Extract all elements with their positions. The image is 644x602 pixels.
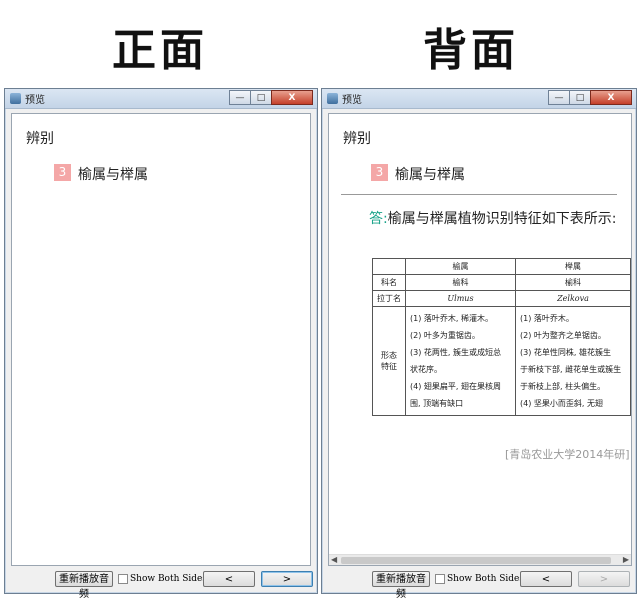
table-cell: Zelkova [515, 290, 631, 307]
window-title: 预览 [25, 95, 45, 106]
scroll-right-arrow-icon[interactable]: ▶ [623, 555, 629, 564]
replay-audio-button[interactable]: 重新播放音频 [55, 571, 113, 600]
prev-button[interactable]: < [520, 571, 572, 587]
answer-lead: 答: [369, 211, 388, 227]
feature-line: 于新枝下部, 雌花单生或簇生 [520, 365, 622, 374]
comparison-table: 榆属 榉属 科名 榆科 榆科 拉丁名 Ulmus Zelkova 形态 特征 (… [372, 258, 631, 416]
close-button[interactable]: X [590, 90, 632, 105]
table-cell: Ulmus [405, 290, 516, 307]
next-button[interactable]: > [578, 571, 630, 587]
feature-line: 围, 顶端有缺口 [410, 399, 464, 408]
window-title: 预览 [342, 95, 362, 106]
scroll-left-arrow-icon[interactable]: ◀ [331, 555, 337, 564]
feature-label-line: 特征 [381, 362, 397, 371]
table-cell-feature-zelkova: (1) 落叶乔木。 (2) 叶为整齐之单锯齿。 (3) 花单性同株, 雄花簇生 … [515, 306, 631, 416]
question-title: 榆属与榉属 [395, 167, 465, 183]
table-cell: 榆科 [405, 274, 516, 291]
table-header-ulmus: 榆属 [405, 258, 516, 275]
feature-line: (1) 落叶乔木。 [520, 314, 574, 323]
prev-button[interactable]: < [203, 571, 255, 587]
table-row: 科名 榆科 榆科 [372, 274, 631, 291]
show-both-sides-checkbox[interactable] [118, 574, 128, 584]
back-card-content: 辨别 3 榆属与榉属 答:榆属与榉属植物识别特征如下表所示: 榆属 榉属 科名 … [328, 113, 632, 566]
table-row: 形态 特征 (1) 落叶乔木, 稀灌木。 (2) 叶多为重锯齿。 (3) 花两性… [372, 306, 631, 416]
feature-line: (3) 花单性同株, 雄花簇生 [520, 348, 611, 357]
minimize-button[interactable]: — [229, 90, 251, 105]
show-both-sides-label: Show Both Sides [447, 574, 525, 584]
feature-line: (2) 叶多为重锯齿。 [410, 331, 480, 340]
front-preview-window: 预览 — □ X 辨别 3 榆属与榉属 重新播放音频 Show Both Sid… [4, 88, 318, 600]
feature-line: 于新枝上部, 柱头偏生。 [520, 382, 606, 391]
feature-line: (3) 花两性, 簇生或成短总 [410, 348, 501, 357]
table-cell: 榆科 [515, 274, 631, 291]
horizontal-scrollbar[interactable]: ◀ ▶ [329, 554, 631, 565]
feature-line: (4) 翅果扁平, 翅在果核周 [410, 382, 501, 391]
table-header-empty [372, 258, 406, 275]
feature-line: (4) 坚果小而歪斜, 无翅 [520, 399, 603, 408]
next-button[interactable]: > [261, 571, 313, 587]
table-cell: 拉丁名 [372, 290, 406, 307]
answer-body: 榆属与榉属植物识别特征如下表所示: [387, 211, 617, 227]
source-citation: [青岛农业大学2014年研] [505, 448, 630, 461]
maximize-button[interactable]: □ [569, 90, 591, 105]
app-icon [327, 93, 338, 104]
table-header-zelkova: 榉属 [515, 258, 631, 275]
scrollbar-thumb[interactable] [341, 557, 611, 564]
question-number-badge: 3 [371, 164, 388, 181]
feature-line: (1) 落叶乔木, 稀灌木。 [410, 314, 493, 323]
front-card-content: 辨别 3 榆属与榉属 [11, 113, 311, 566]
app-icon [10, 93, 21, 104]
table-cell-feature-ulmus: (1) 落叶乔木, 稀灌木。 (2) 叶多为重锯齿。 (3) 花两性, 簇生或成… [405, 306, 516, 416]
show-both-sides-label: Show Both Sides [130, 574, 208, 584]
feature-line: (2) 叶为整齐之单锯齿。 [520, 331, 606, 340]
replay-audio-button[interactable]: 重新播放音频 [372, 571, 430, 600]
minimize-button[interactable]: — [548, 90, 570, 105]
feature-label-line: 形态 [381, 351, 397, 360]
question-number-badge: 3 [54, 164, 71, 181]
answer-divider [341, 194, 617, 195]
section-title: 辨别 [343, 131, 371, 147]
table-cell-feature-label: 形态 特征 [372, 306, 406, 416]
front-titlebar[interactable]: 预览 — □ X [5, 89, 317, 109]
close-button[interactable]: X [271, 90, 313, 105]
back-titlebar[interactable]: 预览 — □ X [322, 89, 636, 109]
table-cell: 科名 [372, 274, 406, 291]
answer-text: 答:榆属与榉属植物识别特征如下表所示: [341, 208, 619, 230]
back-preview-window: 预览 — □ X 辨别 3 榆属与榉属 答:榆属与榉属植物识别特征如下表所示: … [321, 88, 637, 600]
back-heading: 背面 [423, 25, 519, 76]
maximize-button[interactable]: □ [250, 90, 272, 105]
feature-line: 状花序。 [410, 365, 442, 374]
front-bottom-bar: 重新播放音频 Show Both Sides < > [5, 569, 317, 600]
question-title: 榆属与榉属 [78, 167, 148, 183]
section-title: 辨别 [26, 131, 54, 147]
show-both-sides-checkbox[interactable] [435, 574, 445, 584]
front-heading: 正面 [112, 25, 208, 76]
table-row: 拉丁名 Ulmus Zelkova [372, 290, 631, 307]
back-bottom-bar: 重新播放音频 Show Both Sides < > [322, 569, 636, 600]
